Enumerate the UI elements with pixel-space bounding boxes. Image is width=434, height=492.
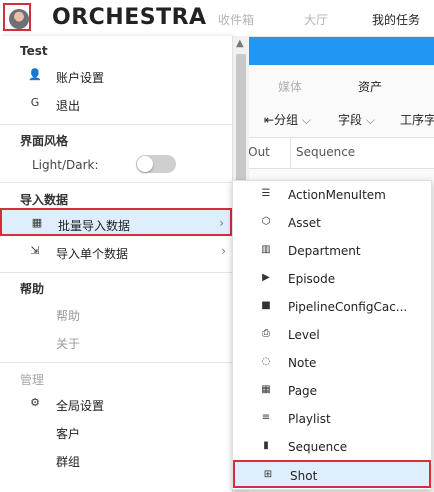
building-icon: ▥ [261,244,271,255]
group-icon: ⇤ [264,113,275,127]
user-avatar-button[interactable] [3,3,31,31]
column-header-sequence[interactable]: Sequence [296,145,355,159]
chevron-right-icon: › [219,216,224,230]
group-dropdown[interactable]: ⇤分组 ⌵ [264,111,311,128]
toggle-knob [137,156,153,172]
submenu-item-sequence[interactable]: ▮ Sequence [233,433,431,461]
tab-assets[interactable]: 资产 [358,78,382,95]
menu-item-about[interactable]: 关于 [0,328,232,356]
top-bar: ORCHESTRA 收件箱 大厅 我的任务 [0,0,434,37]
submenu-item-note[interactable]: ◌ Note [233,349,431,377]
divider [0,362,232,363]
submenu-item-department[interactable]: ▥ Department [233,237,431,265]
avatar [9,9,29,29]
list-icon: ☰ [261,188,271,199]
menu-item-single-import[interactable]: ⇲ 导入单个数据 › [0,238,232,266]
nav-inbox[interactable]: 收件箱 [218,11,254,28]
menu-item-clients[interactable]: 客户 [0,418,232,446]
menu-item-batch-import[interactable]: ▦ 批量导入数据 › [0,208,232,236]
gear-icon: ⚙ [30,396,40,409]
chevron-right-icon: › [221,244,226,258]
nav-lobby[interactable]: 大厅 [304,11,328,28]
note-icon: ◌ [261,356,271,367]
play-box-icon: ▶ [262,272,270,283]
app-logo[interactable]: ORCHESTRA [52,5,207,30]
chevron-down-icon: ⌵ [298,113,311,127]
divider [0,272,232,273]
process-dropdown[interactable]: 工序字 [400,111,434,128]
section-import: 导入数据 [20,193,69,207]
divider [0,124,232,125]
section-user: Test [20,44,48,58]
content-toolbar: ⇤分组 ⌵ 字段 ⌵ 工序字 [232,106,434,132]
menu-item-account-settings[interactable]: 👤 账户设置 [0,62,232,90]
import-type-submenu: ☰ ActionMenuItem ⬡ Asset ▥ Department ▶ … [232,180,432,490]
chevron-down-icon: ⌵ [362,113,375,127]
submenu-item-episode[interactable]: ▶ Episode [233,265,431,293]
table-icon: ▦ [31,216,43,229]
film-icon: ⊞ [263,469,273,480]
cube-icon: ⬡ [261,216,271,227]
section-admin: 管理 [20,373,45,387]
filmstrip-icon: ▮ [263,440,269,451]
section-style: 界面风格 [20,134,69,148]
folder-icon: ■ [261,300,271,311]
nav-my-tasks[interactable]: 我的任务 [372,11,420,28]
section-help: 帮助 [20,282,45,296]
playlist-icon: ≡ [261,412,271,423]
submenu-item-pipelineconfigcache[interactable]: ■ PipelineConfigCac... [233,293,431,321]
submenu-item-asset[interactable]: ⬡ Asset [233,209,431,237]
user-menu: Test 👤 账户设置 G 退出 界面风格 Light/Dark: 导入数据 ▦… [0,36,232,492]
import-icon: ⇲ [30,244,40,257]
submenu-item-level[interactable]: ⎙ Level [233,321,431,349]
menu-item-logout[interactable]: G 退出 [0,90,232,118]
theme-toggle[interactable] [136,155,176,173]
grid-icon: ▦ [261,384,271,395]
content-tabs: 媒体 资产 [232,72,434,102]
page-header-band [232,37,434,65]
menu-item-help[interactable]: 帮助 [0,300,232,328]
theme-toggle-row: Light/Dark: [0,152,232,178]
menu-item-global-settings[interactable]: ⚙ 全局设置 [0,390,232,418]
fields-dropdown[interactable]: 字段 ⌵ [338,111,375,128]
column-divider [290,138,291,168]
submenu-item-page[interactable]: ▦ Page [233,377,431,405]
user-icon: 👤 [28,68,42,81]
level-icon: ⎙ [262,328,270,339]
scroll-up-icon[interactable]: ▲ [236,38,244,49]
submenu-item-playlist[interactable]: ≡ Playlist [233,405,431,433]
table-header: ut Out Sequence [232,137,434,169]
submenu-item-actionmenuitem[interactable]: ☰ ActionMenuItem [233,181,431,209]
divider [0,182,232,183]
submenu-item-shot[interactable]: ⊞ Shot [233,460,431,488]
logout-icon: G [30,96,40,109]
menu-item-groups[interactable]: 群组 [0,446,232,474]
tab-media[interactable]: 媒体 [278,78,302,95]
